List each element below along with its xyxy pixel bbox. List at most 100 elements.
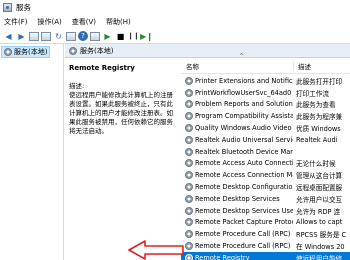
detail-description-text: 使远程用户能修改此计算机上的注册表设置。如果此服务被终止，只有此计算机上的用户才… (69, 91, 173, 135)
service-name-text: Remote Registry (195, 253, 250, 260)
service-description-cell: RPCSS 服务是 C (296, 231, 347, 240)
service-row[interactable]: Remote Packet Capture Protoc... Allows to… (181, 217, 350, 229)
service-name-cell: Remote Procedure Call (RPC) L... (181, 242, 293, 251)
console-icon[interactable] (90, 31, 100, 41)
service-name-text: Printer Extensions and Notificat... (195, 76, 293, 85)
service-row[interactable]: Remote Desktop Services User... 允许为 RDP 连 (181, 205, 350, 217)
service-description-cell: 允许用户以交互 (296, 195, 343, 204)
tree-pane: 服务(本地) (0, 44, 64, 260)
restart-icon[interactable]: ▶❙ (140, 31, 153, 42)
service-name-text: Remote Procedure Call (RPC) L... (195, 242, 293, 251)
service-name-text: Problem Reports and Solutions ... (195, 100, 293, 109)
export-icon[interactable] (66, 31, 76, 41)
refresh-icon[interactable]: ↻ (53, 31, 64, 42)
service-row[interactable]: Remote Access Auto Connectio...无论什么时候 (181, 158, 350, 170)
service-row[interactable]: Printer Extensions and Notificat...此服务打开… (181, 75, 350, 87)
gear-icon (185, 100, 193, 109)
gear-icon (185, 135, 193, 144)
service-name-text: Remote Packet Capture Protoc... (195, 218, 293, 227)
detail-description-label: 描述: (69, 82, 85, 90)
gear-icon (185, 194, 193, 203)
column-header-description[interactable]: 描述 (293, 61, 311, 71)
toolbar: ◀ ▶ ↻ ? ▶ ■ ❙❙ ▶❙ (0, 29, 350, 44)
gear-icon (185, 171, 193, 180)
service-description-cell: 允许为 RDP 连 (296, 207, 341, 216)
service-name-text: Program Compatibility Assistan... (195, 112, 293, 121)
services-rows: Printer Extensions and Notificat...此服务打开… (181, 75, 350, 260)
service-row[interactable]: Remote Desktop Services 允许用户以交互 (181, 193, 350, 205)
service-name-cell: Remote Access Connection Ma... (181, 171, 293, 180)
service-name-cell: Remote Desktop Services (181, 194, 293, 203)
service-description-cell: 管理从这台计算 (296, 172, 343, 181)
back-icon[interactable]: ◀ (3, 31, 14, 42)
service-description-cell: 打印工作流 (296, 89, 329, 98)
service-name-cell: Problem Reports and Solutions ... (181, 100, 293, 109)
service-description-cell: Realtek Audi (296, 135, 338, 144)
column-header-name-label: 名称 (186, 63, 199, 71)
service-row-selected[interactable]: Remote Registry 使远程用户能修 (181, 251, 350, 260)
service-row[interactable]: Program Compatibility Assistan...此服务为程序兼 (181, 110, 350, 122)
menu-file[interactable]: 文件(F) (4, 17, 28, 27)
service-row[interactable]: Realtek Bluetooth Device Mana... (181, 146, 350, 158)
service-row[interactable]: Quality Windows Audio Video ... 优质 Window… (181, 122, 350, 134)
show-hide-tree-icon[interactable] (29, 31, 39, 41)
service-name-cell: Remote Access Auto Connectio... (181, 159, 293, 168)
service-description-cell: Allows to capt (296, 218, 343, 227)
service-description-cell: 远程桌面配置服 (296, 184, 343, 193)
forward-icon[interactable]: ▶ (16, 31, 27, 42)
service-name-text: Remote Desktop Services User... (195, 206, 293, 215)
service-row[interactable]: PrintWorkflowUserSvc_64ad0 打印工作流 (181, 87, 350, 99)
service-name-text: Realtek Audio Universal Service (195, 135, 293, 144)
stop-icon[interactable]: ■ (115, 31, 126, 42)
service-name-text: Remote Procedure Call (RPC) (195, 230, 291, 239)
service-description-cell: 优质 Windows (296, 125, 341, 134)
sort-caret-icon: ^ (239, 53, 245, 60)
service-name-text: Remote Access Connection Ma... (195, 171, 293, 180)
service-name-text: Quality Windows Audio Video ... (195, 124, 293, 133)
services-list: ^ 名称 描述 Printer Extensions and Notificat… (181, 53, 350, 260)
properties-icon[interactable] (41, 31, 51, 41)
service-description-cell: 此服务为程序兼 (296, 113, 343, 122)
menu-help[interactable]: 帮助(H) (106, 17, 131, 27)
column-header-row: ^ 名称 描述 (181, 53, 350, 74)
tree-item-services-local[interactable]: 服务(本地) (1, 46, 51, 58)
service-row[interactable]: Remote Procedure Call (RPC) L... 在 Window… (181, 240, 350, 252)
menu-action[interactable]: 操作(A) (38, 17, 62, 27)
gear-icon (185, 76, 193, 85)
service-row[interactable]: Remote Procedure Call (RPC) RPCSS 服务是 C (181, 228, 350, 240)
column-header-name[interactable]: ^ 名称 (181, 53, 293, 71)
pause-icon[interactable]: ❙❙ (128, 31, 140, 42)
title-bar: 服务 (0, 0, 350, 15)
gear-icon (185, 206, 193, 215)
service-name-cell: Realtek Audio Universal Service (181, 135, 293, 144)
pane-header-label: 服务(本地) (80, 46, 114, 55)
service-name-cell: Printer Extensions and Notificat... (181, 76, 293, 85)
gear-icon (4, 48, 12, 56)
annotation-arrow-icon (128, 240, 184, 260)
service-description-cell: 此服务打开打印 (296, 77, 343, 86)
gear-icon (185, 124, 193, 133)
service-row[interactable]: Remote Desktop Configuration 远程桌面配置服 (181, 181, 350, 193)
service-description-cell: 使远程用户能修 (296, 254, 343, 260)
window-title: 服务 (16, 3, 31, 12)
service-detail-panel: Remote Registry 描述: 使远程用户能修改此计算机上的注册表设置。… (69, 64, 177, 136)
help-icon[interactable]: ? (78, 31, 88, 41)
service-name-cell: Remote Desktop Configuration (181, 183, 293, 192)
services-app-icon (3, 3, 12, 12)
service-name-text: Remote Access Auto Connectio... (195, 159, 293, 168)
menu-view[interactable]: 查看(V) (72, 17, 96, 27)
service-row[interactable]: Problem Reports and Solutions ...此服务为查看 (181, 99, 350, 111)
gear-icon (69, 46, 77, 55)
service-name-cell: Remote Packet Capture Protoc... (181, 218, 293, 227)
service-name-cell: Realtek Bluetooth Device Mana... (181, 147, 293, 156)
gear-icon (185, 218, 193, 227)
gear-icon (185, 183, 193, 192)
gear-icon (185, 159, 193, 168)
service-name-text: Remote Desktop Configuration (195, 183, 293, 192)
service-row[interactable]: Remote Access Connection Ma... 管理从这台计算 (181, 169, 350, 181)
service-row[interactable]: Realtek Audio Universal Service Realtek A… (181, 134, 350, 146)
gear-icon (185, 88, 193, 97)
service-name-cell: Remote Registry (181, 253, 293, 260)
start-icon[interactable]: ▶ (102, 31, 113, 42)
service-name-cell: Quality Windows Audio Video ... (181, 124, 293, 133)
